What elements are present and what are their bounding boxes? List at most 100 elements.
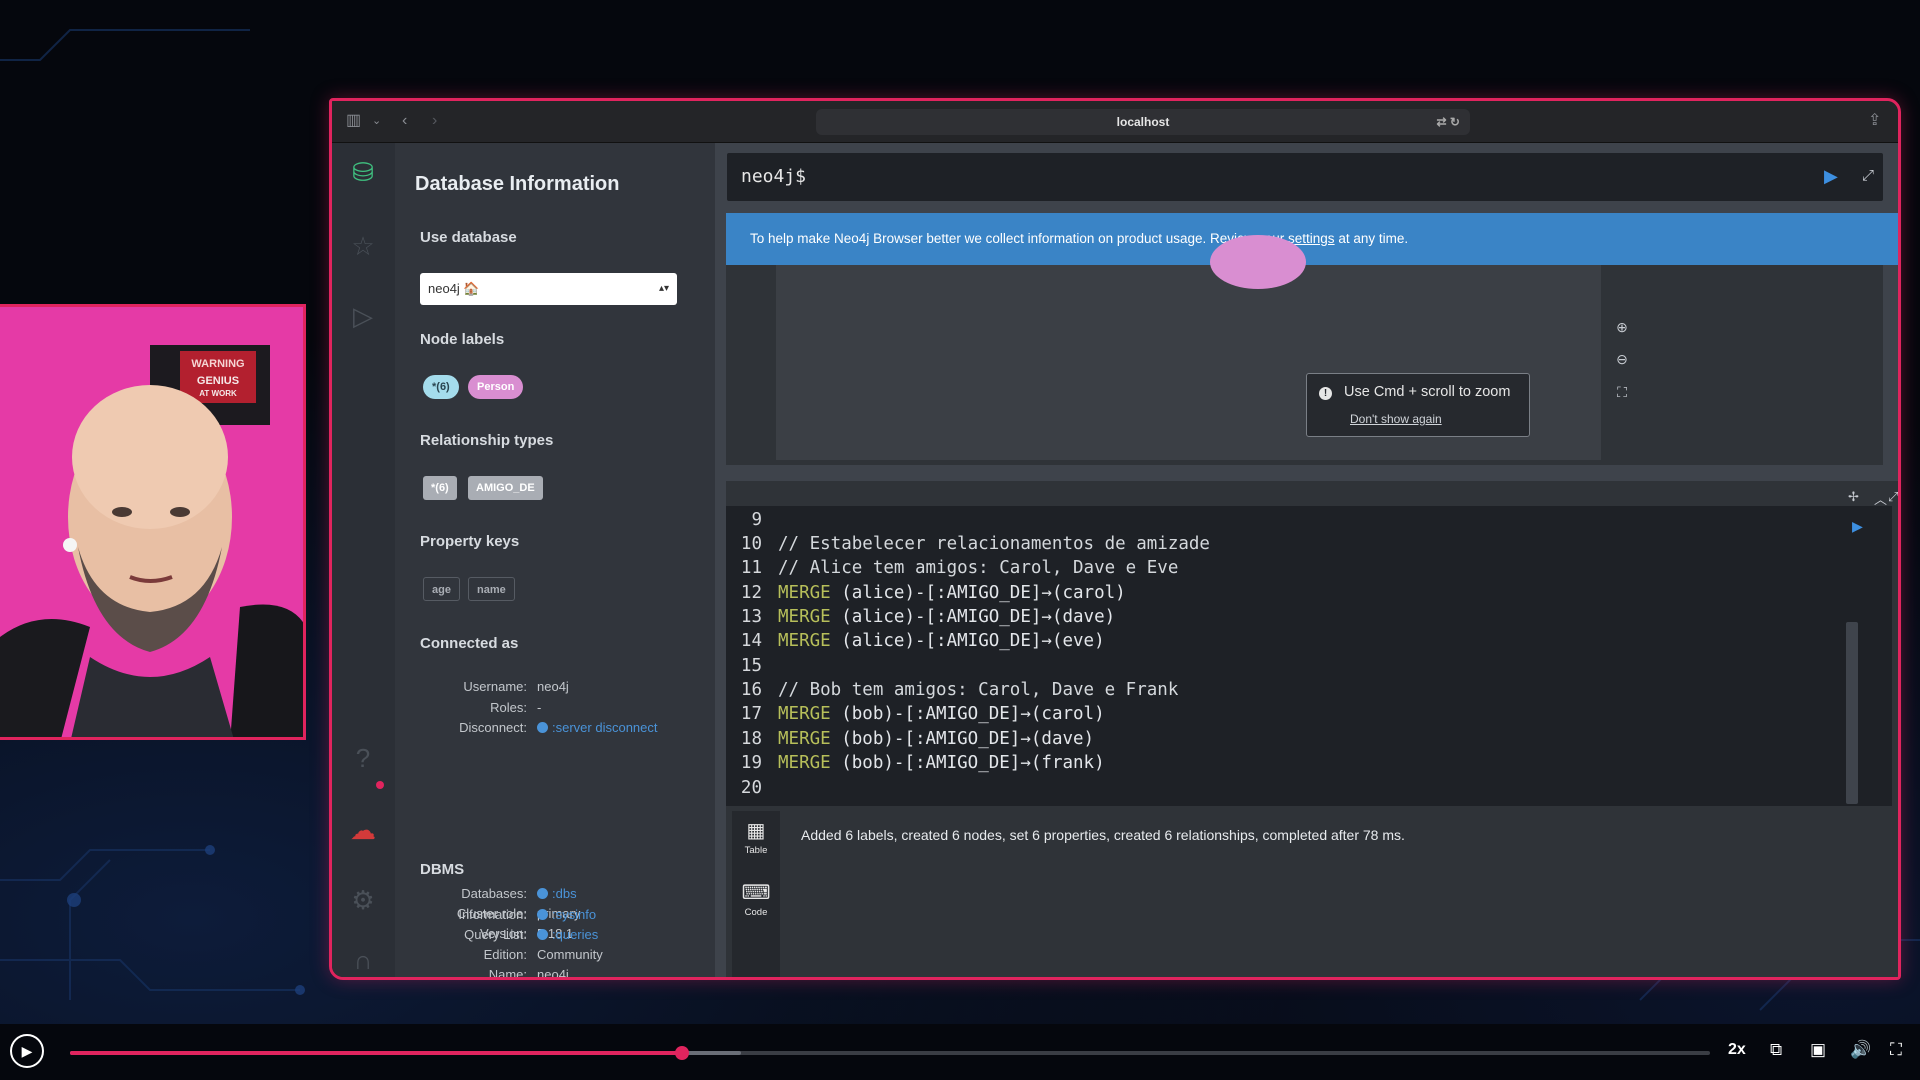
code-scrollbar[interactable] — [1846, 622, 1858, 804]
line-text: (bob)-[:AMIGO_DE]→(carol) — [830, 704, 1105, 724]
use-database-heading: Use database — [420, 229, 517, 246]
property-key-age[interactable]: age — [423, 577, 460, 601]
address-bar[interactable]: localhost ⇄ ↻ — [816, 109, 1470, 135]
play-link-icon — [537, 888, 548, 899]
database-select[interactable]: neo4j 🏠 ▴▾ — [420, 273, 677, 305]
zoom-tooltip-text: Use Cmd + scroll to zoom — [1344, 384, 1511, 400]
line-number: 19 — [740, 753, 762, 773]
fullscreen-icon[interactable]: ⤢ — [1888, 489, 1898, 505]
databases-key: Databases: — [461, 886, 527, 901]
query-code[interactable]: 9 10 // Estabelecer relacionamentos de am… — [726, 506, 1892, 806]
expand-editor-icon[interactable]: ⤢ — [1862, 167, 1874, 184]
databases-row: Databases: :dbs — [415, 884, 705, 904]
sync-icon[interactable]: ☁ — [346, 813, 380, 847]
username-value: neo4j — [537, 679, 569, 694]
database-info-panel: Database Information Use database neo4j … — [395, 143, 715, 980]
code-line: 17 MERGE (bob)-[:AMIGO_DE]→(carol) — [726, 702, 1105, 726]
sign-line-2: GENIUS — [197, 375, 239, 387]
tab-code[interactable]: ⌨ Code — [732, 873, 780, 929]
line-number: 18 — [740, 729, 762, 749]
query-list-command: :queries — [552, 927, 599, 942]
line-number: 14 — [740, 631, 762, 651]
tab-code-label: Code — [744, 907, 768, 918]
username-row: Username: neo4j — [415, 677, 705, 697]
selected-database: neo4j 🏠 — [428, 281, 480, 296]
seek-bar[interactable] — [70, 1046, 1710, 1060]
chevron-down-icon[interactable]: ⌄ — [372, 111, 381, 131]
code-line: 9 — [726, 508, 778, 532]
node-label-person[interactable]: Person — [468, 375, 524, 399]
disconnect-command: :server disconnect — [552, 720, 658, 735]
url-text: localhost — [1116, 115, 1170, 129]
database-icon[interactable]: ⛁ — [346, 155, 380, 189]
line-number: 15 — [740, 656, 762, 676]
code-line: 10 // Estabelecer relacionamentos de amiz… — [726, 532, 1210, 556]
sidebar-toggle-icon[interactable]: ▥ — [346, 111, 361, 131]
play-link-icon — [537, 929, 548, 940]
settings-link[interactable]: settings — [1288, 231, 1335, 246]
reload-icon[interactable]: ⇄ ↻ — [1437, 109, 1460, 135]
keyword: MERGE — [778, 704, 831, 724]
code-line: 16 // Bob tem amigos: Carol, Dave e Frank — [726, 678, 1178, 702]
code-line: 19 MERGE (bob)-[:AMIGO_DE]→(frank) — [726, 751, 1105, 775]
fullscreen-player-icon[interactable]: ⛶ — [1890, 1040, 1902, 1060]
plugin-icon[interactable]: ∩ — [346, 943, 380, 977]
dont-show-again-link[interactable]: Don't show again — [1350, 412, 1442, 426]
banner-text-before: To help make Neo4j Browser better we col… — [750, 231, 1289, 246]
line-number: 16 — [740, 680, 762, 700]
captions-icon[interactable]: ⧉ — [1770, 1040, 1782, 1060]
line-text — [762, 778, 778, 798]
seek-handle[interactable] — [674, 1046, 689, 1060]
play-button[interactable]: ▶ — [10, 1034, 44, 1068]
fit-to-screen-icon[interactable]: ⛶ — [1608, 378, 1636, 406]
zoom-in-icon[interactable]: ⊕ — [1608, 313, 1636, 341]
zoom-out-icon[interactable]: ⊖ — [1608, 345, 1636, 373]
picture-in-picture-icon[interactable]: ▣ — [1810, 1040, 1826, 1060]
line-number: 13 — [740, 607, 762, 627]
run-frame-button[interactable]: ▶ — [1852, 516, 1863, 537]
tab-table[interactable]: ▦ Table — [732, 811, 780, 867]
person-node[interactable] — [1210, 235, 1306, 289]
volume-icon[interactable]: 🔊 — [1850, 1040, 1871, 1060]
gear-icon[interactable]: ⚙ — [346, 883, 380, 917]
run-query-button[interactable]: ▶ — [1824, 166, 1838, 187]
result-view-tabs: ▦ Table ⌨ Code — [732, 811, 780, 977]
sign-line-3: AT WORK — [199, 389, 237, 398]
keyword: MERGE — [778, 583, 831, 603]
disconnect-link[interactable]: :server disconnect — [537, 718, 658, 738]
share-icon[interactable]: ⇪ — [1868, 111, 1881, 131]
cypher-editor[interactable]: neo4j$ ▶ ⤢ — [727, 153, 1883, 201]
roles-value: - — [537, 700, 542, 715]
guides-icon[interactable]: ▷ — [346, 299, 380, 333]
databases-link[interactable]: :dbs — [537, 884, 577, 904]
help-icon[interactable]: ? — [346, 741, 380, 775]
play-link-icon — [537, 909, 548, 920]
property-key-name[interactable]: name — [468, 577, 515, 601]
code-line: 12 MERGE (alice)-[:AMIGO_DE]→(carol) — [726, 581, 1126, 605]
keyword: MERGE — [778, 631, 831, 651]
pin-icon[interactable]: ✢ — [1848, 489, 1859, 505]
playback-speed-button[interactable]: 2x — [1728, 1041, 1746, 1059]
graph-canvas[interactable]: ! Use Cmd + scroll to zoom Don't show ag… — [776, 235, 1601, 460]
line-text: // Bob tem amigos: Carol, Dave e Frank — [778, 680, 1179, 700]
table-icon: ▦ — [746, 820, 766, 842]
played-progress — [70, 1051, 682, 1055]
play-link-icon — [537, 722, 548, 733]
back-icon[interactable]: ‹ — [402, 111, 407, 131]
keyword: MERGE — [778, 753, 831, 773]
query-list-link[interactable]: :queries — [537, 925, 598, 945]
information-link[interactable]: :sysinfo — [537, 905, 596, 925]
forward-icon[interactable]: › — [432, 111, 437, 131]
line-text: (alice)-[:AMIGO_DE]→(carol) — [830, 583, 1126, 603]
node-label-all[interactable]: *(6) — [423, 375, 459, 399]
relationship-type-all[interactable]: *(6) — [423, 476, 457, 500]
name-value: neo4j — [537, 967, 569, 980]
code-line: 13 MERGE (alice)-[:AMIGO_DE]→(dave) — [726, 605, 1115, 629]
star-icon[interactable]: ☆ — [346, 229, 380, 263]
banner-text-after: at any time. — [1334, 231, 1409, 246]
relationship-type-amigo-de[interactable]: AMIGO_DE — [468, 476, 543, 500]
line-number: 10 — [740, 534, 762, 554]
information-row: Information: :sysinfo — [415, 905, 705, 925]
code-line: 15 — [726, 654, 778, 678]
information-command: :sysinfo — [552, 907, 597, 922]
